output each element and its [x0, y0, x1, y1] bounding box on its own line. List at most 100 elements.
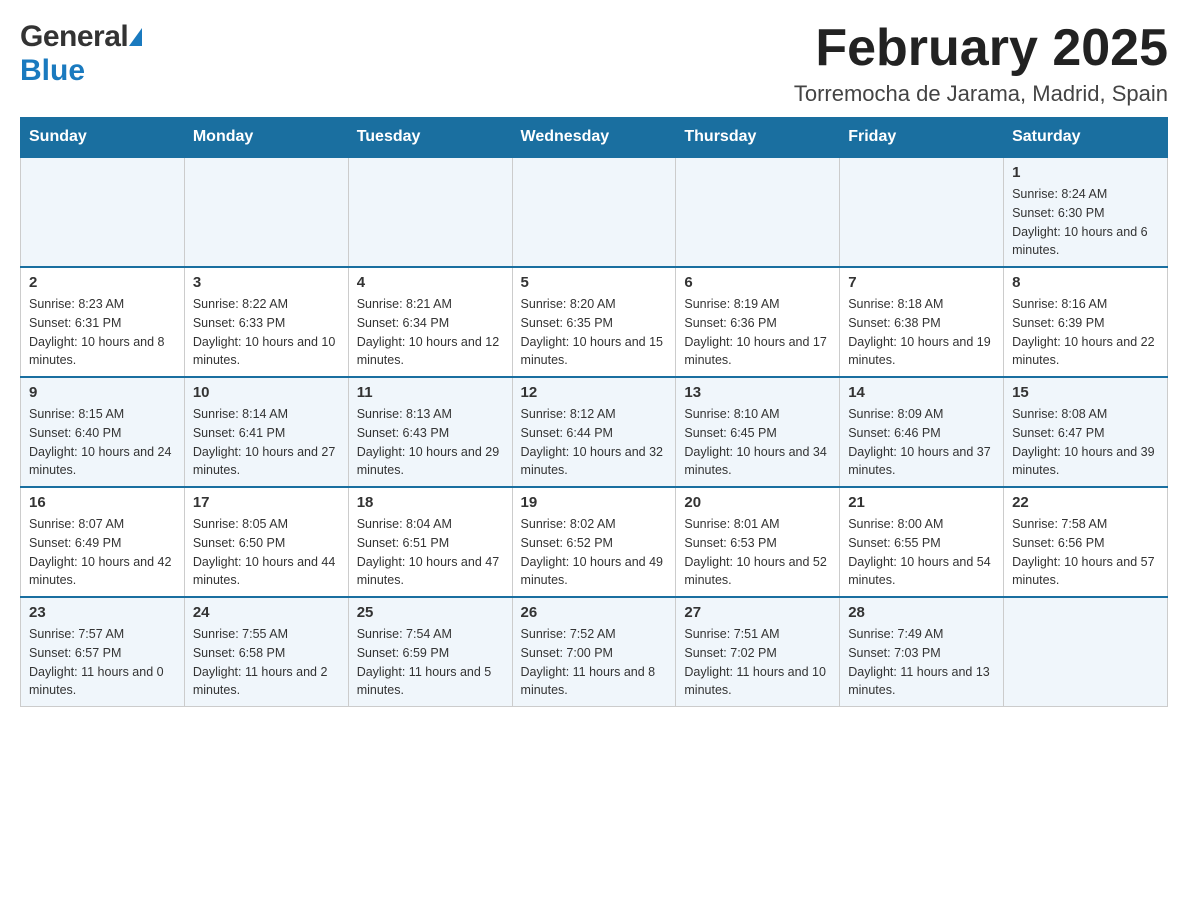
calendar-day-cell: 21Sunrise: 8:00 AMSunset: 6:55 PMDayligh…: [840, 487, 1004, 597]
day-number: 24: [193, 604, 340, 621]
day-number: 11: [357, 384, 504, 401]
day-number: 25: [357, 604, 504, 621]
day-info: Sunrise: 8:08 AMSunset: 6:47 PMDaylight:…: [1012, 405, 1159, 480]
calendar-week-row: 2 Sunrise: 8:23 AMSunset: 6:31 PMDaylight…: [21, 267, 1168, 377]
calendar-day-cell: 14 Sunrise: 8:09 AMSunset: 6:46 PMDayligh…: [840, 377, 1004, 487]
month-title: February 2025: [794, 20, 1168, 77]
day-header-monday: Monday: [184, 118, 348, 158]
calendar-day-cell: 17 Sunrise: 8:05 AMSunset: 6:50 PMDayligh…: [184, 487, 348, 597]
day-info: Sunrise: 7:52 AMSunset: 7:00 PMDaylight:…: [521, 625, 668, 700]
day-number: 7: [848, 274, 995, 291]
day-info: Sunrise: 8:18 AMSunset: 6:38 PMDaylight:…: [848, 295, 995, 370]
calendar-day-cell: 5 Sunrise: 8:20 AMSunset: 6:35 PMDaylight…: [512, 267, 676, 377]
day-info: Sunrise: 8:19 AMSunset: 6:36 PMDaylight:…: [684, 295, 831, 370]
logo-triangle-icon: [129, 28, 142, 46]
calendar-day-cell: 1 Sunrise: 8:24 AMSunset: 6:30 PMDaylight…: [1004, 157, 1168, 267]
day-number: 18: [357, 494, 504, 511]
calendar-day-cell: 3Sunrise: 8:22 AMSunset: 6:33 PMDaylight…: [184, 267, 348, 377]
logo-blue-text: Blue: [20, 54, 85, 87]
day-number: 6: [684, 274, 831, 291]
calendar-day-cell: 16 Sunrise: 8:07 AMSunset: 6:49 PMDayligh…: [21, 487, 185, 597]
day-header-tuesday: Tuesday: [348, 118, 512, 158]
day-number: 27: [684, 604, 831, 621]
day-info: Sunrise: 8:10 AMSunset: 6:45 PMDaylight:…: [684, 405, 831, 480]
day-header-saturday: Saturday: [1004, 118, 1168, 158]
day-info: Sunrise: 7:55 AMSunset: 6:58 PMDaylight:…: [193, 625, 340, 700]
calendar-day-cell: 15 Sunrise: 8:08 AMSunset: 6:47 PMDayligh…: [1004, 377, 1168, 487]
calendar-day-cell: [512, 157, 676, 267]
calendar-day-cell: 4 Sunrise: 8:21 AMSunset: 6:34 PMDaylight…: [348, 267, 512, 377]
day-number: 19: [521, 494, 668, 511]
calendar-day-cell: 22Sunrise: 7:58 AMSunset: 6:56 PMDayligh…: [1004, 487, 1168, 597]
day-info: Sunrise: 8:15 AMSunset: 6:40 PMDaylight:…: [29, 405, 176, 480]
calendar-day-cell: 7 Sunrise: 8:18 AMSunset: 6:38 PMDaylight…: [840, 267, 1004, 377]
calendar-day-cell: 8 Sunrise: 8:16 AMSunset: 6:39 PMDaylight…: [1004, 267, 1168, 377]
day-info: Sunrise: 8:09 AMSunset: 6:46 PMDaylight:…: [848, 405, 995, 480]
calendar-day-cell: 20Sunrise: 8:01 AMSunset: 6:53 PMDayligh…: [676, 487, 840, 597]
calendar-day-cell: 11 Sunrise: 8:13 AMSunset: 6:43 PMDayligh…: [348, 377, 512, 487]
day-info: Sunrise: 8:07 AMSunset: 6:49 PMDaylight:…: [29, 515, 176, 590]
day-header-friday: Friday: [840, 118, 1004, 158]
calendar-week-row: 23 Sunrise: 7:57 AMSunset: 6:57 PMDayligh…: [21, 597, 1168, 707]
day-info: Sunrise: 8:02 AMSunset: 6:52 PMDaylight:…: [521, 515, 668, 590]
day-number: 1: [1012, 164, 1159, 181]
calendar-week-row: 1 Sunrise: 8:24 AMSunset: 6:30 PMDaylight…: [21, 157, 1168, 267]
calendar-day-cell: 26 Sunrise: 7:52 AMSunset: 7:00 PMDayligh…: [512, 597, 676, 707]
day-number: 2: [29, 274, 176, 291]
calendar-day-cell: [1004, 597, 1168, 707]
day-header-wednesday: Wednesday: [512, 118, 676, 158]
day-info: Sunrise: 8:23 AMSunset: 6:31 PMDaylight:…: [29, 295, 176, 370]
calendar-day-cell: 2 Sunrise: 8:23 AMSunset: 6:31 PMDaylight…: [21, 267, 185, 377]
day-info: Sunrise: 8:20 AMSunset: 6:35 PMDaylight:…: [521, 295, 668, 370]
day-number: 10: [193, 384, 340, 401]
day-info: Sunrise: 8:05 AMSunset: 6:50 PMDaylight:…: [193, 515, 340, 590]
day-number: 16: [29, 494, 176, 511]
day-info: Sunrise: 8:04 AMSunset: 6:51 PMDaylight:…: [357, 515, 504, 590]
day-info: Sunrise: 7:58 AMSunset: 6:56 PMDaylight:…: [1012, 515, 1159, 590]
calendar-day-cell: 25 Sunrise: 7:54 AMSunset: 6:59 PMDayligh…: [348, 597, 512, 707]
logo-general-text: General: [20, 20, 128, 54]
day-info: Sunrise: 7:54 AMSunset: 6:59 PMDaylight:…: [357, 625, 504, 700]
day-number: 9: [29, 384, 176, 401]
day-info: Sunrise: 7:51 AMSunset: 7:02 PMDaylight:…: [684, 625, 831, 700]
calendar-week-row: 16 Sunrise: 8:07 AMSunset: 6:49 PMDayligh…: [21, 487, 1168, 597]
day-number: 26: [521, 604, 668, 621]
title-block: February 2025 Torremocha de Jarama, Madr…: [794, 20, 1168, 107]
calendar-day-cell: 13 Sunrise: 8:10 AMSunset: 6:45 PMDayligh…: [676, 377, 840, 487]
calendar-day-cell: [676, 157, 840, 267]
day-number: 5: [521, 274, 668, 291]
day-info: Sunrise: 8:12 AMSunset: 6:44 PMDaylight:…: [521, 405, 668, 480]
location-text: Torremocha de Jarama, Madrid, Spain: [794, 81, 1168, 107]
calendar-day-cell: [184, 157, 348, 267]
calendar-week-row: 9 Sunrise: 8:15 AMSunset: 6:40 PMDaylight…: [21, 377, 1168, 487]
day-info: Sunrise: 7:57 AMSunset: 6:57 PMDaylight:…: [29, 625, 176, 700]
day-number: 23: [29, 604, 176, 621]
calendar-day-cell: 19 Sunrise: 8:02 AMSunset: 6:52 PMDayligh…: [512, 487, 676, 597]
day-number: 4: [357, 274, 504, 291]
day-info: Sunrise: 8:01 AMSunset: 6:53 PMDaylight:…: [684, 515, 831, 590]
logo: General Blue: [20, 20, 142, 88]
day-info: Sunrise: 8:00 AMSunset: 6:55 PMDaylight:…: [848, 515, 995, 590]
day-number: 12: [521, 384, 668, 401]
day-number: 15: [1012, 384, 1159, 401]
calendar-day-cell: 6 Sunrise: 8:19 AMSunset: 6:36 PMDaylight…: [676, 267, 840, 377]
calendar-day-cell: 28Sunrise: 7:49 AMSunset: 7:03 PMDayligh…: [840, 597, 1004, 707]
calendar-day-cell: 10Sunrise: 8:14 AMSunset: 6:41 PMDayligh…: [184, 377, 348, 487]
calendar-day-cell: 24 Sunrise: 7:55 AMSunset: 6:58 PMDayligh…: [184, 597, 348, 707]
calendar-day-cell: 23 Sunrise: 7:57 AMSunset: 6:57 PMDayligh…: [21, 597, 185, 707]
calendar-day-cell: 9 Sunrise: 8:15 AMSunset: 6:40 PMDaylight…: [21, 377, 185, 487]
calendar-day-cell: 12 Sunrise: 8:12 AMSunset: 6:44 PMDayligh…: [512, 377, 676, 487]
day-number: 13: [684, 384, 831, 401]
day-info: Sunrise: 8:24 AMSunset: 6:30 PMDaylight:…: [1012, 185, 1159, 260]
day-number: 17: [193, 494, 340, 511]
calendar-day-cell: [21, 157, 185, 267]
day-info: Sunrise: 7:49 AMSunset: 7:03 PMDaylight:…: [848, 625, 995, 700]
day-info: Sunrise: 8:21 AMSunset: 6:34 PMDaylight:…: [357, 295, 504, 370]
calendar-day-cell: [348, 157, 512, 267]
day-info: Sunrise: 8:13 AMSunset: 6:43 PMDaylight:…: [357, 405, 504, 480]
day-number: 8: [1012, 274, 1159, 291]
day-info: Sunrise: 8:16 AMSunset: 6:39 PMDaylight:…: [1012, 295, 1159, 370]
page-header: General Blue February 2025 Torremocha de…: [20, 20, 1168, 107]
day-number: 14: [848, 384, 995, 401]
calendar-day-cell: 18 Sunrise: 8:04 AMSunset: 6:51 PMDayligh…: [348, 487, 512, 597]
